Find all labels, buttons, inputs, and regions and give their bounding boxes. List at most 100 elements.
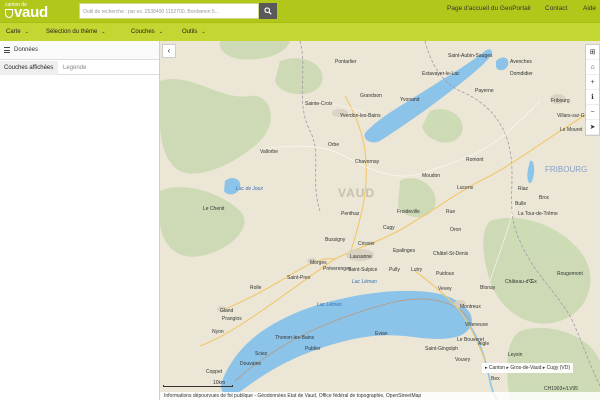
lake-label: Lac Léman	[352, 279, 377, 285]
locate-button[interactable]: ➤	[586, 120, 599, 135]
place-label: Evian	[375, 331, 388, 337]
lake-label: Lac de Joux	[236, 186, 263, 192]
place-label: Epalinges	[393, 248, 415, 254]
place-label: Penthaz	[341, 211, 360, 217]
place-label: Estavayer-le-Lac	[422, 71, 460, 77]
search-input[interactable]: Outil de recherche : par ex. 2538400 115…	[79, 3, 259, 19]
menu-carte-label: Carte	[6, 29, 21, 35]
location-breadcrumb: ▸ Canton ▸ Gros-de-Vaud ▸ Cugy (VD)	[482, 363, 574, 373]
place-label: Publier	[305, 346, 321, 352]
scale-bar: 10km	[163, 380, 235, 388]
place-label: Prangins	[222, 316, 242, 322]
menu-carte[interactable]: Carte ⌄	[6, 29, 29, 35]
panel-header: Données	[0, 41, 159, 60]
search-icon	[264, 7, 272, 15]
region-label-fribourg: FRIBOURG	[545, 165, 588, 174]
crest-icon	[5, 9, 13, 18]
place-label: Pontarlier	[335, 59, 357, 65]
panel-tabs: Couches affichées Legende	[0, 61, 159, 75]
list-icon	[4, 47, 10, 53]
search-button[interactable]	[259, 3, 277, 19]
chevron-down-icon: ⌄	[158, 29, 163, 35]
home-button[interactable]: ⌂	[586, 60, 599, 75]
chevron-left-icon: ‹	[167, 46, 171, 55]
place-label: Thonon-les-Bains	[275, 335, 315, 341]
place-label: Rue	[446, 209, 456, 215]
place-label: Lucens	[457, 185, 474, 191]
menu-theme-selection[interactable]: Sélection du thème ⌄	[46, 29, 106, 35]
scale-label: 10km	[213, 380, 226, 386]
place-label: Vallorbe	[260, 149, 278, 155]
place-label: Coppet	[206, 369, 223, 375]
place-label: Yverdon-les-Bains	[340, 113, 381, 119]
place-label: Châtel-St-Denis	[433, 251, 469, 257]
place-label: Orbe	[328, 142, 340, 148]
place-label: Lutry	[411, 267, 423, 273]
place-label: Crissier	[358, 241, 375, 247]
place-label: Rolle	[250, 285, 262, 291]
place-label: Rougemont	[557, 271, 583, 277]
place-label: Moudon	[422, 173, 441, 179]
place-label: Blonay	[480, 285, 496, 291]
place-label: Saint-Gingolph	[425, 346, 459, 352]
place-label: Saint-Prex	[287, 275, 311, 281]
place-label: Chavornay	[355, 159, 380, 165]
place-label: Fribourg	[551, 98, 570, 104]
breadcrumb-item[interactable]: Gros-de-Vaud	[510, 365, 541, 371]
plus-icon: +	[590, 79, 595, 86]
minus-icon: −	[590, 109, 595, 116]
place-label: Oron	[450, 227, 462, 233]
data-panel: Données Couches affichées Legende	[0, 41, 160, 400]
menu-couches[interactable]: Couches ⌄	[131, 29, 163, 35]
chevron-down-icon: ⌄	[24, 29, 29, 35]
home-icon: ⌂	[590, 64, 595, 71]
logo-line2: vaud	[14, 4, 48, 21]
place-label: Villeneuve	[465, 322, 488, 328]
tab-legend[interactable]: Legende	[58, 61, 118, 75]
place-label: La Tour-de-Trême	[518, 211, 558, 217]
place-label: Gland	[220, 308, 234, 314]
place-label: Puidoux	[436, 271, 455, 277]
breadcrumb-item[interactable]: Canton	[489, 365, 505, 371]
place-label: Riaz	[518, 186, 529, 192]
zoom-out-button[interactable]: −	[586, 105, 599, 120]
menu-outils[interactable]: Outils ⌄	[182, 29, 206, 35]
place-label: Bex	[491, 376, 500, 382]
contact-link[interactable]: Contact	[545, 5, 567, 12]
place-label: Cugy	[383, 225, 395, 231]
place-label: Avenches	[510, 59, 532, 65]
tab-displayed-layers[interactable]: Couches affichées	[0, 61, 58, 75]
map-attribution: Informations dépourvues de foi publique …	[160, 392, 600, 400]
chevron-down-icon: ⌄	[201, 29, 206, 35]
place-label: Nyon	[212, 329, 224, 335]
place-label: Montreux	[460, 304, 481, 310]
place-label: Payerne	[475, 88, 494, 94]
zoom-in-button[interactable]: +	[586, 75, 599, 90]
place-label: Vouvry	[455, 357, 471, 363]
map-view[interactable]: VAUD FRIBOURG Lac Léman Lac Léman Lac de…	[160, 41, 600, 400]
place-label: Le Chenit	[203, 206, 225, 212]
place-label: Vevey	[438, 286, 452, 292]
place-label: Château-d'Œx	[505, 279, 537, 285]
place-label: Préverenges	[323, 266, 352, 272]
panel-title: Données	[14, 47, 39, 53]
layers-grid-button[interactable]: ⊞	[586, 45, 599, 60]
collapse-panel-button[interactable]: ‹	[162, 44, 176, 58]
geoportail-home-link[interactable]: Page d'accueil du GeoPortail	[447, 5, 531, 12]
place-label: Bulle	[515, 201, 527, 207]
lake-label: Lac Léman	[317, 302, 342, 308]
place-label: Yvonand	[400, 97, 420, 103]
info-button[interactable]: ℹ	[586, 90, 599, 105]
help-link[interactable]: Aide	[583, 5, 596, 12]
place-label: Leysin	[508, 352, 523, 358]
place-label: Saint-Sulpice	[348, 267, 378, 273]
chevron-down-icon: ⌄	[101, 29, 106, 35]
place-label: Aigle	[478, 341, 490, 347]
region-label-vaud: VAUD	[338, 186, 376, 200]
canton-logo[interactable]: canton de vaud	[2, 2, 66, 21]
place-label: Pully	[389, 267, 400, 273]
place-label: Froideville	[397, 209, 420, 215]
menu-couches-label: Couches	[131, 29, 155, 35]
map-toolbar: ⊞ ⌂ + ℹ − ➤	[585, 44, 600, 136]
breadcrumb-item[interactable]: Cugy (VD)	[547, 365, 570, 371]
